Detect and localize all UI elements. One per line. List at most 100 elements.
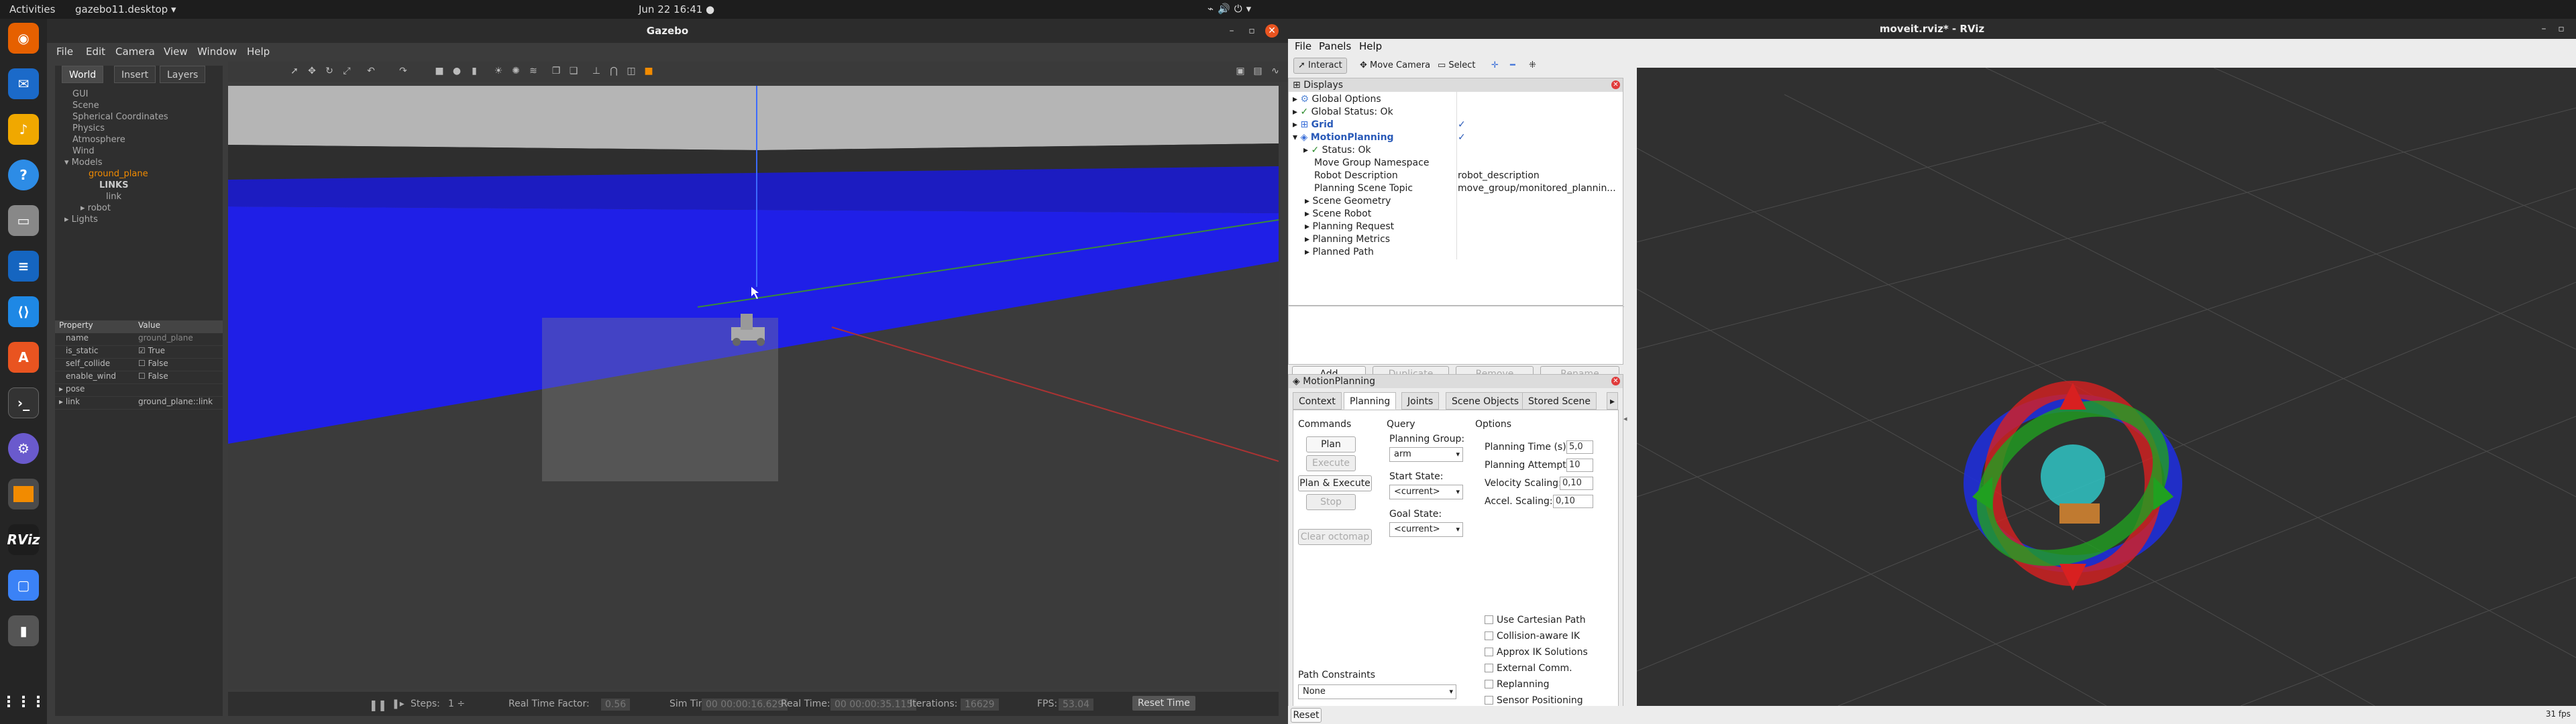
table-row[interactable]: self_collide ☐ False	[55, 359, 223, 371]
undo-icon[interactable]: ↶	[365, 65, 377, 77]
record-icon[interactable]: ■	[643, 65, 655, 77]
gazebo-3d-view[interactable]	[228, 86, 1279, 689]
display-row[interactable]: ▸ Planning Metrics	[1305, 233, 1390, 246]
screenshot-icon[interactable]: ▢	[8, 570, 39, 601]
tab-planning[interactable]: Planning	[1344, 392, 1397, 410]
tree-item[interactable]: GUI	[62, 88, 220, 100]
minimize-icon[interactable]: –	[1225, 24, 1238, 38]
tree-item[interactable]: Atmosphere	[62, 134, 220, 145]
display-row[interactable]: ▸ Scene Robot	[1305, 208, 1371, 221]
approx-ik-checkbox[interactable]: Approx IK Solutions	[1485, 647, 1588, 658]
external-comm-checkbox[interactable]: External Comm.	[1485, 663, 1572, 674]
gazebo-icon[interactable]	[8, 479, 39, 509]
remove-tool-icon[interactable]: ━	[1505, 58, 1520, 74]
thunderbird-icon[interactable]: ✉	[8, 68, 39, 99]
pause-icon[interactable]: ❚❚	[369, 699, 387, 711]
clear-octomap-button[interactable]: Clear octomap	[1298, 529, 1372, 545]
display-row[interactable]: Robot Description	[1314, 170, 1398, 182]
display-row[interactable]: ▸ ✓ Status: Ok	[1303, 144, 1371, 157]
maximize-icon[interactable]: ▫	[2555, 22, 2568, 36]
close-icon[interactable]: ✕	[1611, 80, 1620, 89]
goal-state-select[interactable]: <current>	[1389, 522, 1463, 537]
scale-icon[interactable]: ⤢	[341, 65, 353, 77]
tree-item-ground-plane[interactable]: ground_plane	[62, 168, 220, 180]
prop-value-checkbox[interactable]: ☐ False	[136, 359, 223, 371]
accel-scaling-input[interactable]: 0,10	[1553, 495, 1593, 508]
step-icon[interactable]: ❚▸	[392, 699, 405, 709]
table-row[interactable]: ▸ pose	[55, 384, 223, 397]
tree-item-models[interactable]: ▾ Models	[62, 157, 220, 168]
tree-item[interactable]: Wind	[62, 145, 220, 157]
menu-help[interactable]: Help	[1359, 40, 1382, 52]
menu-view[interactable]: View	[164, 46, 188, 58]
display-row[interactable]: ▸ Planned Path	[1305, 246, 1374, 259]
planning-attempts-input[interactable]: 10	[1566, 459, 1593, 472]
add-tool-icon[interactable]: ✛	[1487, 58, 1503, 74]
rviz-icon[interactable]: RViz	[7, 524, 40, 555]
plan-button[interactable]: Plan	[1306, 436, 1356, 452]
tab-world[interactable]: World	[62, 66, 104, 83]
tab-insert[interactable]: Insert	[114, 66, 156, 83]
tree-item-robot[interactable]: ▸ robot	[62, 202, 220, 214]
tree-item[interactable]: link	[62, 191, 220, 202]
cylinder-icon[interactable]: ▮	[468, 65, 480, 77]
steps-input[interactable]: 1 ÷	[448, 699, 465, 709]
rotate-icon[interactable]: ↻	[323, 65, 335, 77]
tree-item-links[interactable]: LINKS	[62, 180, 220, 191]
tree-item[interactable]: Physics	[62, 123, 220, 134]
box-icon[interactable]: ■	[433, 65, 445, 77]
planning-time-input[interactable]: 5,0	[1566, 440, 1593, 454]
plan-execute-button[interactable]: Plan & Execute	[1298, 475, 1372, 491]
display-row[interactable]: ▾ ◈ MotionPlanning	[1293, 131, 1394, 144]
display-row[interactable]: ▸ ⊞ Grid	[1293, 119, 1334, 131]
writer-icon[interactable]: ≡	[8, 251, 39, 282]
app-menu[interactable]: gazebo11.desktop ▾	[75, 3, 176, 15]
maximize-icon[interactable]: ▫	[1245, 24, 1258, 38]
tree-item[interactable]: Spherical Coordinates	[62, 111, 220, 123]
dirlight-icon[interactable]: ≋	[527, 65, 539, 77]
menu-file[interactable]: File	[56, 46, 73, 58]
files-icon[interactable]: ▭	[8, 205, 39, 236]
select-arrow-icon[interactable]: ➚	[288, 65, 301, 77]
interact-tool-button[interactable]: ➚ Interact	[1293, 58, 1347, 74]
clock[interactable]: Jun 22 16:41 ●	[639, 3, 714, 15]
software-icon[interactable]: A	[8, 342, 39, 373]
menu-edit[interactable]: Edit	[86, 46, 105, 58]
menu-window[interactable]: Window	[197, 46, 237, 58]
rhythmbox-icon[interactable]: ♪	[8, 114, 39, 145]
menu-file[interactable]: File	[1295, 40, 1311, 52]
display-value[interactable]: move_group/monitored_plannin...	[1458, 182, 1616, 195]
tab-joints[interactable]: Joints	[1401, 392, 1440, 410]
help-icon[interactable]: ?	[8, 160, 39, 190]
tab-context[interactable]: Context	[1293, 392, 1342, 410]
redo-icon[interactable]: ↷	[397, 65, 409, 77]
display-row[interactable]: Planning Scene Topic	[1314, 182, 1413, 195]
reset-time-button[interactable]: Reset Time	[1132, 696, 1195, 711]
splitter-arrow-icon[interactable]: ◂	[1623, 414, 1627, 423]
close-icon[interactable]: ✕	[1611, 377, 1620, 385]
change-view-icon[interactable]: ◫	[625, 65, 637, 77]
start-state-select[interactable]: <current>	[1389, 485, 1463, 499]
replanning-checkbox[interactable]: Replanning	[1485, 679, 1549, 690]
display-row[interactable]: ▸ Planning Request	[1305, 221, 1394, 233]
tab-layers[interactable]: Layers	[160, 66, 206, 83]
select-tool-button[interactable]: ▭ Select	[1433, 58, 1481, 74]
firefox-icon[interactable]: ◉	[8, 23, 39, 54]
translate-icon[interactable]: ✥	[306, 65, 318, 77]
tree-item[interactable]: Scene	[62, 100, 220, 111]
apps-grid-icon[interactable]: ⋮⋮⋮	[1, 686, 46, 717]
spotlight-icon[interactable]: ✺	[510, 65, 522, 77]
pointlight-icon[interactable]: ☀	[492, 65, 504, 77]
screenshot-tool-icon[interactable]: ▣	[1234, 65, 1246, 77]
velocity-scaling-input[interactable]: 0,10	[1560, 477, 1593, 490]
display-row[interactable]: ▸ Scene Geometry	[1305, 195, 1391, 208]
close-icon[interactable]: ✕	[1265, 24, 1279, 38]
paste-icon[interactable]: ❑	[568, 65, 580, 77]
settings-icon[interactable]: ⚙	[8, 433, 39, 464]
planning-group-select[interactable]: arm	[1389, 447, 1463, 462]
motionplanning-enable-checkbox[interactable]: ✓	[1458, 131, 1466, 144]
reset-button[interactable]: Reset	[1291, 708, 1322, 723]
display-row[interactable]: Move Group Namespace	[1314, 157, 1429, 170]
minimize-icon[interactable]: –	[2537, 22, 2551, 36]
tab-stored-scenes[interactable]: Stored Scene	[1522, 392, 1597, 410]
